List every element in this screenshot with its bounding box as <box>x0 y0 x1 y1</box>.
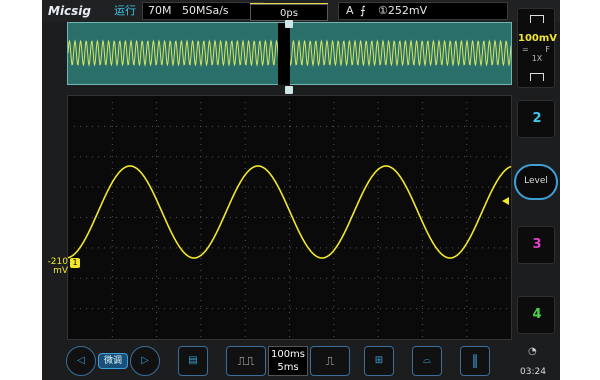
pulse-narrow-icon[interactable]: ⎍⎍ <box>226 346 266 376</box>
right-arrow-icon[interactable]: ▷ <box>130 346 160 376</box>
trigger-level: ①252mV <box>378 4 428 17</box>
pulse-icon <box>530 73 544 81</box>
run-state-button[interactable]: 运行 <box>114 2 136 20</box>
automotive-icon[interactable]: ⌓ <box>412 346 442 376</box>
bottom-toolbar: ◁ 微调 ▷ ▤ ⎍⎍ 100ms 5ms ⎍ ⊞ ⌓ ∥ <box>42 342 560 380</box>
pause-icon[interactable]: ∥ <box>460 346 490 376</box>
clock: 03:24 <box>520 367 546 377</box>
oscilloscope-screen: Micsig 运行 70M 50MSa/s 0ps A ⨍ ①252mV -21… <box>42 0 560 380</box>
fine-adjust-button[interactable]: 微调 <box>98 353 128 369</box>
ch1-coupling: = <box>522 45 529 54</box>
ch4-label: 4 <box>532 307 542 322</box>
pulse-wide-icon[interactable]: ⎍ <box>310 346 350 376</box>
ch1-settings-card[interactable]: 100mV = F 1X <box>517 8 558 88</box>
ch1-scale: 100mV <box>518 33 558 44</box>
ch1-offset-label: -210 mV <box>47 257 68 276</box>
ch1-bandwidth: F <box>545 45 550 54</box>
measure-icon[interactable]: ⊞ <box>364 346 394 376</box>
timebase-main: 100ms <box>270 349 306 360</box>
memory-depth[interactable]: 70M <box>148 2 172 20</box>
rising-edge-icon: ⨍ <box>360 4 366 17</box>
ch3-label: 3 <box>532 237 542 252</box>
ch2-button[interactable]: 2 <box>517 100 555 138</box>
wifi-icon: ◔ <box>528 346 537 357</box>
sample-rate[interactable]: 50MSa/s <box>182 2 229 20</box>
waveform-grid[interactable] <box>67 95 512 340</box>
pulse-icon <box>530 15 544 23</box>
ch1-waveform <box>68 102 511 337</box>
timebase-box[interactable]: 100ms 5ms <box>268 346 308 376</box>
timebase-zoom: 5ms <box>277 362 299 373</box>
ch3-button[interactable]: 3 <box>517 226 555 264</box>
level-knob[interactable]: Level <box>514 164 558 200</box>
ch2-label: 2 <box>532 111 542 126</box>
top-status-bar: Micsig 运行 70M 50MSa/s 0ps A ⨍ ①252mV <box>42 0 560 22</box>
trigger-source: A <box>346 4 354 17</box>
ch4-button[interactable]: 4 <box>517 296 555 334</box>
save-icon[interactable]: ▤ <box>178 346 208 376</box>
left-arrow-icon[interactable]: ◁ <box>66 346 96 376</box>
trigger-level-arrow[interactable] <box>502 197 509 205</box>
level-label: Level <box>524 176 548 186</box>
ch1-ground-marker[interactable]: 1 <box>70 258 80 268</box>
brand-logo: Micsig <box>48 4 92 18</box>
trigger-marker-top[interactable] <box>285 20 293 28</box>
right-panel: 100mV = F 1X 2 Level 3 4 <box>512 0 560 380</box>
waveform-overview[interactable] <box>67 22 512 85</box>
trigger-marker-bottom[interactable] <box>285 86 293 94</box>
ch1-probe: 1X <box>531 54 543 63</box>
overview-zoom-window[interactable] <box>278 23 290 85</box>
